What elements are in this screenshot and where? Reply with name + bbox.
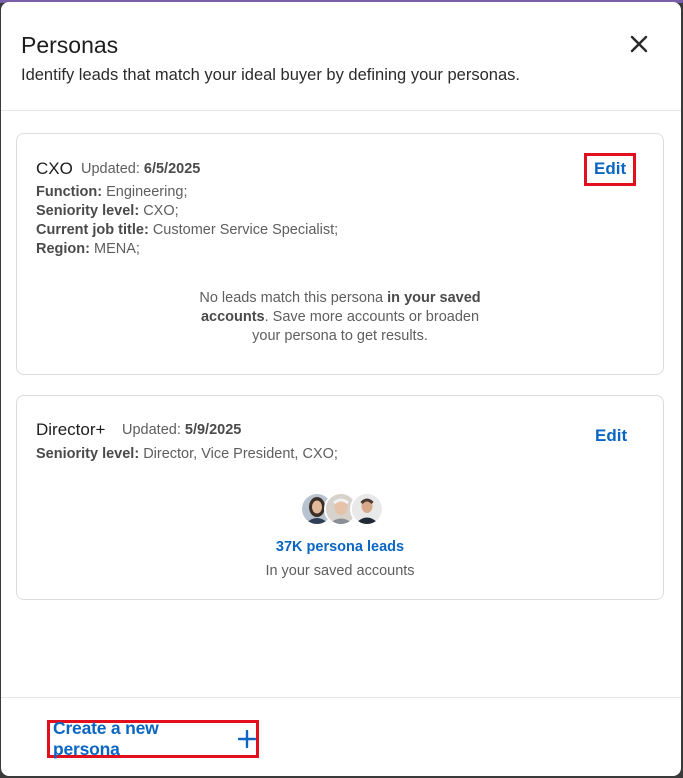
attribute-value: Engineering; bbox=[106, 184, 188, 200]
persona-attribute: Seniority level: CXO; bbox=[36, 203, 179, 219]
edit-persona-button[interactable]: Edit bbox=[595, 426, 627, 446]
persona-leads-link[interactable]: 37K persona leads bbox=[17, 539, 663, 555]
attribute-value: Director, Vice President, CXO; bbox=[143, 446, 338, 462]
attribute-key: Seniority level: bbox=[36, 446, 140, 462]
attribute-key: Current job title: bbox=[36, 222, 149, 238]
persona-updated: Updated: 6/5/2025 bbox=[81, 161, 200, 177]
plus-icon bbox=[238, 730, 256, 748]
persona-card-cxo: CXO Updated: 6/5/2025 Edit Function: Eng… bbox=[16, 133, 664, 375]
persona-attribute: Function: Engineering; bbox=[36, 184, 188, 200]
persona-leads-subtitle: In your saved accounts bbox=[265, 563, 415, 579]
persona-card-director: Director+ Updated: 5/9/2025 Edit Seniori… bbox=[16, 395, 664, 600]
personas-list: CXO Updated: 6/5/2025 Edit Function: Eng… bbox=[1, 112, 681, 697]
close-icon bbox=[630, 35, 648, 53]
dialog-header: Personas Identify leads that match your … bbox=[1, 2, 681, 111]
close-button[interactable] bbox=[623, 28, 655, 60]
no-leads-text-2: . Save more accounts or broaden your per… bbox=[252, 309, 480, 344]
attribute-value: MENA; bbox=[94, 241, 140, 257]
updated-label: Updated: bbox=[81, 161, 140, 177]
updated-label: Updated: bbox=[122, 422, 181, 438]
avatar bbox=[350, 492, 384, 526]
personas-dialog: Personas Identify leads that match your … bbox=[1, 2, 681, 776]
attribute-key: Region: bbox=[36, 241, 90, 257]
attribute-value: CXO; bbox=[143, 203, 179, 219]
no-leads-text-1: No leads match this persona bbox=[199, 290, 388, 306]
persona-name: Director+ bbox=[36, 420, 106, 439]
persona-attribute: Seniority level: Director, Vice Presiden… bbox=[36, 446, 338, 462]
updated-date: 6/5/2025 bbox=[143, 161, 201, 177]
edit-persona-button[interactable]: Edit bbox=[584, 153, 637, 186]
create-persona-button[interactable]: Create a new persona bbox=[47, 718, 259, 759]
attribute-key: Function: bbox=[36, 184, 103, 200]
create-persona-label: Create a new persona bbox=[53, 718, 159, 759]
updated-date: 5/9/2025 bbox=[184, 422, 242, 438]
attribute-value: Customer Service Specialist; bbox=[152, 222, 339, 238]
dialog-subtitle: Identify leads that match your ideal buy… bbox=[21, 66, 520, 84]
dialog-title: Personas bbox=[21, 32, 119, 58]
dialog-footer: Create a new persona bbox=[1, 697, 681, 776]
persona-name: CXO bbox=[36, 159, 73, 178]
attribute-key: Seniority level: bbox=[36, 203, 140, 219]
persona-attribute: Current job title: Customer Service Spec… bbox=[36, 222, 338, 238]
persona-attribute: Region: MENA; bbox=[36, 241, 140, 257]
persona-updated: Updated: 5/9/2025 bbox=[122, 422, 241, 438]
no-leads-message: No leads match this persona in your save… bbox=[17, 289, 663, 346]
